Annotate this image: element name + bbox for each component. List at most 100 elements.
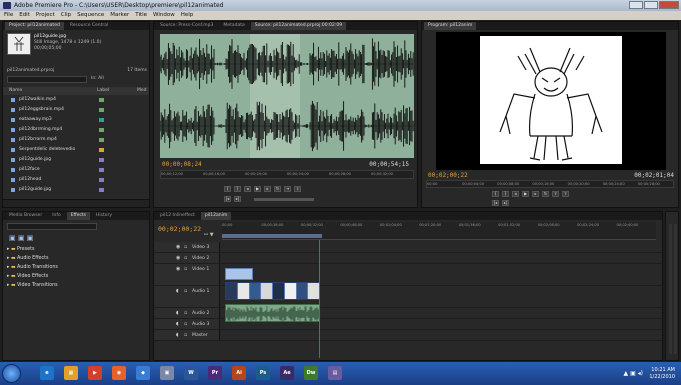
taskbar-app-icon[interactable]: ◆: [136, 366, 150, 380]
32bit-effects-icon[interactable]: ▣: [18, 234, 25, 242]
go-to-in-button[interactable]: |◂: [224, 196, 231, 202]
program-timecode-current[interactable]: 00;02;00;22: [428, 172, 468, 179]
menu-project[interactable]: Project: [36, 11, 55, 20]
menu-edit[interactable]: Edit: [19, 11, 30, 20]
toggle-output-eye-icon[interactable]: ◉: [176, 255, 180, 261]
taskbar-app-icon[interactable]: Pr: [208, 366, 222, 380]
loop-button[interactable]: ↻: [274, 186, 281, 192]
in-dropdown[interactable]: All: [98, 76, 104, 81]
toggle-audio-speaker-icon[interactable]: ◖: [176, 332, 179, 338]
playhead-line[interactable]: [319, 240, 320, 358]
work-area-bar[interactable]: [222, 234, 322, 238]
accelerated-effects-icon[interactable]: ▣: [9, 234, 16, 242]
snap-icon[interactable]: ⚯: [204, 232, 208, 238]
track-lock-icon[interactable]: ▫: [184, 321, 187, 327]
program-play-button[interactable]: ▶: [522, 191, 529, 197]
track-lock-icon[interactable]: ▫: [184, 244, 187, 250]
program-go-to-in-button[interactable]: |◂: [492, 200, 499, 206]
step-back-button[interactable]: ◂: [244, 186, 251, 192]
overlay-button[interactable]: ⇩: [294, 186, 301, 192]
tab-source-sequence[interactable]: Source: pil12animated.prproj:00:02:09: [250, 22, 347, 30]
timeline-timecode[interactable]: 00;02;00;22: [158, 225, 201, 233]
project-search-input[interactable]: [7, 76, 87, 83]
play-button[interactable]: ▶: [254, 186, 261, 192]
label-color-swatch[interactable]: [99, 158, 104, 162]
taskbar-app-icon[interactable]: ▶: [88, 366, 102, 380]
menu-sequence[interactable]: Sequence: [77, 11, 104, 20]
program-mark-out-button[interactable]: }: [502, 191, 509, 197]
toggle-output-eye-icon[interactable]: ◉: [176, 266, 180, 272]
menu-help[interactable]: Help: [181, 11, 194, 20]
label-color-swatch[interactable]: [99, 188, 104, 192]
program-loop-button[interactable]: ↻: [542, 191, 549, 197]
menu-title[interactable]: Title: [135, 11, 147, 20]
column-label[interactable]: Label: [97, 87, 109, 95]
track-lock-icon[interactable]: ▫: [184, 266, 187, 272]
tab-history[interactable]: History: [92, 212, 116, 220]
tab-metadata[interactable]: Metadata: [219, 22, 248, 30]
tab-info[interactable]: Info: [48, 212, 65, 220]
label-color-swatch[interactable]: [99, 118, 104, 122]
program-time-ruler[interactable]: 00;00 00;00;04;00 00;00;08;00 00;00;16;00 00…: [426, 180, 674, 188]
menu-window[interactable]: Window: [153, 11, 175, 20]
label-color-swatch[interactable]: [99, 98, 104, 102]
track-lock-icon[interactable]: ▫: [184, 255, 187, 261]
toggle-audio-speaker-icon[interactable]: ◖: [176, 321, 179, 327]
source-jog-shuttle[interactable]: [254, 198, 314, 201]
project-item[interactable]: pil12eggsbrain.mp4: [3, 106, 149, 114]
tab-source-audio[interactable]: Source: Press-Conf.mp3: [156, 22, 217, 30]
marker-icon[interactable]: ▼: [210, 232, 214, 238]
taskbar-app-icon[interactable]: W: [184, 366, 198, 380]
start-button[interactable]: [2, 364, 21, 383]
extract-button[interactable]: ⇪: [562, 191, 569, 197]
program-go-to-out-button[interactable]: ▸|: [502, 200, 509, 206]
tray-icons[interactable]: ▲ ▣ ◂): [624, 370, 643, 377]
clock-time[interactable]: 10:21 AM: [649, 367, 675, 374]
minimize-button[interactable]: [629, 1, 643, 9]
yuv-effects-icon[interactable]: ▣: [27, 234, 34, 242]
audio-waveform-display[interactable]: [159, 34, 414, 158]
project-item[interactable]: eataaway.mp3: [3, 116, 149, 124]
label-color-swatch[interactable]: [99, 108, 104, 112]
project-item[interactable]: pil12face: [3, 166, 149, 174]
label-color-swatch[interactable]: [99, 128, 104, 132]
track-lock-icon[interactable]: ▫: [184, 332, 187, 338]
taskbar-app-icon[interactable]: ◉: [112, 366, 126, 380]
track-video[interactable]: ◉ ▫ Video 3: [154, 242, 662, 253]
project-item[interactable]: pil12guide.jpg: [3, 156, 149, 164]
effects-folder[interactable]: ▸ ▬ Audio Transitions: [7, 264, 58, 272]
effects-search-input[interactable]: [7, 223, 97, 230]
taskbar-app-icon[interactable]: ▦: [64, 366, 78, 380]
column-media[interactable]: Med: [137, 87, 147, 95]
program-step-forward-button[interactable]: ▸: [532, 191, 539, 197]
insert-button[interactable]: ⇥: [284, 186, 291, 192]
clock-date[interactable]: 1/22/2010: [649, 374, 675, 381]
tab-effects[interactable]: Effects: [66, 212, 91, 220]
project-item[interactable]: pil12walkin.mp4: [3, 96, 149, 104]
track-lock-icon[interactable]: ▫: [184, 288, 187, 294]
maximize-button[interactable]: [644, 1, 658, 9]
taskbar-app-icon[interactable]: ▣: [160, 366, 174, 380]
taskbar-app-icon[interactable]: ▤: [328, 366, 342, 380]
source-timecode-current[interactable]: 00;00;08;24: [162, 161, 202, 168]
tab-sequence-anim[interactable]: pil12anim: [200, 212, 232, 220]
menu-clip[interactable]: Clip: [61, 11, 71, 20]
tab-project[interactable]: Project: pil12animated: [5, 22, 64, 30]
track-video[interactable]: ◉ ▫ Video 2: [154, 253, 662, 264]
go-to-out-button[interactable]: ▸|: [234, 196, 241, 202]
taskbar-app-icon[interactable]: Ae: [280, 366, 294, 380]
tab-program[interactable]: Program: pil12anim: [424, 22, 477, 30]
timeline-ruler[interactable]: 00;00 00;00;16;00 00;00;32;00 00;00;48;00 00…: [222, 222, 656, 240]
audio-clip[interactable]: [225, 304, 321, 322]
project-item[interactable]: pil12brrorm.mp4: [3, 136, 149, 144]
track-lock-icon[interactable]: ▫: [184, 310, 187, 316]
project-item[interactable]: pil12dbrrming.mp4: [3, 126, 149, 134]
video-clip-thumbnails[interactable]: [225, 282, 320, 300]
label-color-swatch[interactable]: [99, 138, 104, 142]
project-item[interactable]: Serpentdelic deletevedio: [3, 146, 149, 154]
toggle-audio-speaker-icon[interactable]: ◖: [176, 310, 179, 316]
taskbar-app-icon[interactable]: Ps: [256, 366, 270, 380]
tab-media-browser[interactable]: Media Browser: [5, 212, 46, 220]
toggle-audio-speaker-icon[interactable]: ◖: [176, 288, 179, 294]
tab-resource-central[interactable]: Resource Central: [66, 22, 112, 30]
